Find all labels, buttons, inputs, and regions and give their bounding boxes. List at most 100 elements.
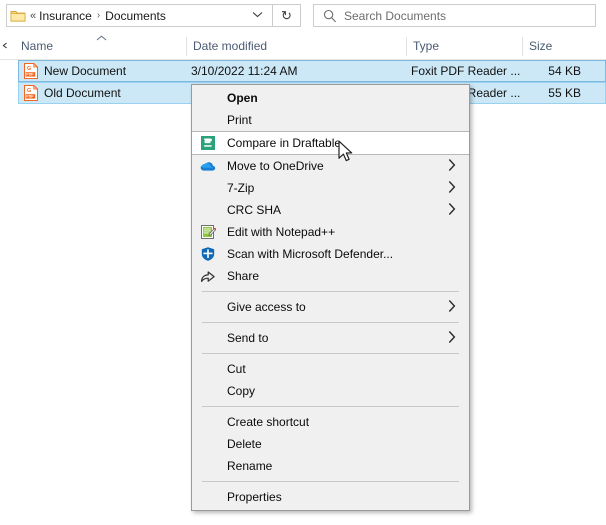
chevron-right-icon [448,181,456,196]
search-box[interactable]: Search Documents [313,4,596,27]
search-input[interactable]: Search Documents [344,9,446,23]
menu-item-icon-slot [197,328,219,348]
menu-item-icon-slot [197,359,219,379]
file-size: 54 KB [548,64,581,78]
context-menu[interactable]: Open Print Compare in Draftable Move to One… [191,84,470,511]
breadcrumb-insurance[interactable]: Insurance [39,9,92,23]
menu-item-crc-sha[interactable]: CRC SHA [192,199,469,221]
menu-item-rename[interactable]: Rename [192,455,469,477]
menu-separator [202,322,459,323]
column-header-type[interactable]: Type [413,33,521,59]
column-header-row: Name Date modified Type Size [0,33,606,60]
menu-item-label: Delete [227,437,262,451]
menu-item-label: 7-Zip [227,181,255,195]
menu-item-icon-slot [197,297,219,317]
menu-item-open[interactable]: Open [192,87,469,109]
menu-item-label: Properties [227,490,282,504]
defender-shield-icon [197,244,219,264]
pdf-file-icon: G PDF [24,84,39,101]
menu-item-label: CRC SHA [227,203,282,217]
menu-item-print[interactable]: Print [192,109,469,131]
column-header-size-label: Size [529,39,553,53]
refresh-icon: ↻ [281,8,292,23]
breadcrumb-separator-icon[interactable]: › [97,10,100,21]
search-icon [320,9,340,23]
menu-item-icon-slot [197,381,219,401]
file-size: 55 KB [548,86,581,100]
column-header-type-label: Type [413,39,440,53]
chevron-right-icon [448,300,456,315]
onedrive-icon [197,156,219,176]
svg-text:G: G [27,88,31,94]
menu-item-move-to-onedrive[interactable]: Move to OneDrive [192,155,469,177]
file-name-cell[interactable]: G PDF Old Document [19,83,121,103]
chevron-down-icon[interactable] [252,11,263,20]
file-name-label: New Document [44,64,127,78]
menu-item-icon-slot [197,178,219,198]
address-bar-row: « Insurance › Documents ↻ Search Documen… [0,0,606,31]
svg-text:PDF: PDF [26,95,34,99]
notepadpp-icon [197,222,219,242]
menu-item-icon-slot [197,88,219,108]
menu-item-copy[interactable]: Copy [192,380,469,402]
menu-item-label: Share [227,269,260,283]
menu-item-delete[interactable]: Delete [192,433,469,455]
menu-item-label: Open [227,91,258,105]
pdf-file-icon: G PDF [24,62,39,79]
menu-item-label: Move to OneDrive [227,159,324,173]
file-name-label: Old Document [44,86,121,100]
draftable-icon [197,133,219,153]
refresh-button[interactable]: ↻ [273,4,301,27]
chevron-right-icon [448,159,456,174]
menu-separator [202,291,459,292]
column-divider[interactable] [186,37,187,56]
menu-separator [202,406,459,407]
file-date-modified: 3/10/2022 11:24 AM [191,64,298,78]
menu-item-label: Edit with Notepad++ [227,225,336,239]
column-header-date-modified-label: Date modified [193,39,268,53]
menu-item-label: Compare in Draftable [227,136,342,150]
menu-item-7-zip[interactable]: 7-Zip [192,177,469,199]
svg-text:G: G [27,66,31,72]
menu-item-icon-slot [197,200,219,220]
menu-item-label: Scan with Microsoft Defender... [227,247,394,261]
breadcrumb-documents[interactable]: Documents [105,9,166,23]
menu-item-icon-slot [197,487,219,507]
menu-item-cut[interactable]: Cut [192,358,469,380]
chevron-right-icon [448,331,456,346]
menu-item-icon-slot [197,434,219,454]
menu-item-scan-with-microsoft-defender[interactable]: Scan with Microsoft Defender... [192,243,469,265]
column-divider[interactable] [406,37,407,56]
menu-item-edit-with-notepadplusplus[interactable]: Edit with Notepad++ [192,221,469,243]
menu-item-label: Give access to [227,300,306,314]
sort-ascending-caret-icon [96,34,107,43]
column-divider[interactable] [522,37,523,56]
menu-item-give-access-to[interactable]: Give access to [192,296,469,318]
column-header-date-modified[interactable]: Date modified [193,33,405,59]
svg-text:PDF: PDF [26,73,34,77]
menu-item-icon-slot [197,456,219,476]
back-chevrons-icon[interactable]: « [30,10,36,22]
menu-item-label: Copy [227,384,256,398]
menu-item-send-to[interactable]: Send to [192,327,469,349]
menu-item-compare-in-draftable[interactable]: Compare in Draftable [192,131,469,155]
table-row[interactable]: G PDF New Document 3/10/2022 11:24 AM Fo… [18,60,606,82]
address-bar[interactable]: « Insurance › Documents [6,4,273,27]
menu-item-label: Create shortcut [227,415,310,429]
menu-item-properties[interactable]: Properties [192,486,469,508]
menu-item-share[interactable]: Share [192,265,469,287]
menu-item-label: Send to [227,331,269,345]
chevron-right-icon [448,203,456,218]
share-icon [197,266,219,286]
menu-item-icon-slot [197,412,219,432]
menu-item-label: Cut [227,362,246,376]
header-left-caret-icon[interactable] [2,42,8,51]
file-name-cell[interactable]: G PDF New Document [19,61,126,81]
folder-icon [10,9,26,23]
menu-item-label: Print [227,113,252,127]
menu-item-icon-slot [197,110,219,130]
column-header-size[interactable]: Size [529,33,604,59]
column-header-name-label: Name [21,39,54,53]
menu-item-create-shortcut[interactable]: Create shortcut [192,411,469,433]
menu-separator [202,353,459,354]
